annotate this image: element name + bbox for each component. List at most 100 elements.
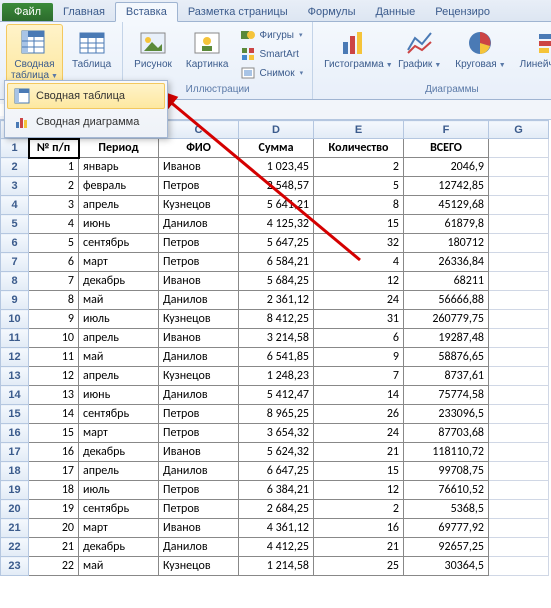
cell[interactable]: 11 bbox=[29, 348, 79, 367]
cell[interactable]: 56666,88 bbox=[404, 291, 489, 310]
cell[interactable]: 233096,5 bbox=[404, 405, 489, 424]
cell[interactable] bbox=[489, 538, 549, 557]
cell[interactable]: Петров bbox=[159, 234, 239, 253]
clipart-button[interactable]: Картинка bbox=[181, 24, 234, 84]
cell[interactable]: ВСЕГО bbox=[404, 139, 489, 158]
cell[interactable]: 2 bbox=[29, 177, 79, 196]
cell[interactable]: 5 624,32 bbox=[239, 443, 314, 462]
cell[interactable]: Иванов bbox=[159, 158, 239, 177]
cell[interactable] bbox=[489, 386, 549, 405]
cell[interactable]: 2 361,12 bbox=[239, 291, 314, 310]
tab-pagelayout[interactable]: Разметка страницы bbox=[178, 3, 298, 21]
row-header[interactable]: 6 bbox=[1, 234, 29, 253]
cell[interactable]: 1 023,45 bbox=[239, 158, 314, 177]
cell[interactable]: июль bbox=[79, 310, 159, 329]
cell[interactable]: Данилов bbox=[159, 291, 239, 310]
cell[interactable]: 3 654,32 bbox=[239, 424, 314, 443]
row-header[interactable]: 14 bbox=[1, 386, 29, 405]
cell[interactable]: 1 248,23 bbox=[239, 367, 314, 386]
cell[interactable]: апрель bbox=[79, 462, 159, 481]
cell[interactable]: 5 bbox=[314, 177, 404, 196]
cell[interactable]: 19287,48 bbox=[404, 329, 489, 348]
cell[interactable]: 26 bbox=[314, 405, 404, 424]
cell[interactable]: 10 bbox=[29, 329, 79, 348]
cell[interactable]: Иванов bbox=[159, 519, 239, 538]
smartart-button[interactable]: SmartArt bbox=[237, 45, 306, 63]
column-header[interactable]: D bbox=[239, 121, 314, 139]
tab-home[interactable]: Главная bbox=[53, 3, 115, 21]
tab-insert[interactable]: Вставка bbox=[115, 2, 178, 22]
cell[interactable]: 260779,75 bbox=[404, 310, 489, 329]
cell[interactable]: 6 384,21 bbox=[239, 481, 314, 500]
cell[interactable]: 12 bbox=[314, 481, 404, 500]
cell[interactable]: 99708,75 bbox=[404, 462, 489, 481]
cell[interactable]: 5 641,21 bbox=[239, 196, 314, 215]
cell[interactable]: 118110,72 bbox=[404, 443, 489, 462]
cell[interactable]: Петров bbox=[159, 177, 239, 196]
menu-item-pivot-table[interactable]: Сводная таблица bbox=[7, 83, 165, 109]
cell[interactable] bbox=[489, 196, 549, 215]
cell[interactable]: май bbox=[79, 557, 159, 576]
cell[interactable] bbox=[489, 481, 549, 500]
cell[interactable]: Иванов bbox=[159, 272, 239, 291]
cell[interactable]: 2 548,57 bbox=[239, 177, 314, 196]
cell[interactable]: сентябрь bbox=[79, 405, 159, 424]
cell[interactable]: апрель bbox=[79, 329, 159, 348]
histogram-button[interactable]: Гистограмма▼ bbox=[319, 24, 389, 84]
cell[interactable]: 12 bbox=[29, 367, 79, 386]
cell[interactable] bbox=[489, 253, 549, 272]
column-header[interactable]: G bbox=[489, 121, 549, 139]
cell[interactable]: 69777,92 bbox=[404, 519, 489, 538]
cell[interactable] bbox=[489, 367, 549, 386]
cell[interactable] bbox=[489, 272, 549, 291]
row-header[interactable]: 23 bbox=[1, 557, 29, 576]
cell[interactable]: Кузнецов bbox=[159, 196, 239, 215]
cell[interactable] bbox=[489, 177, 549, 196]
formula-input[interactable] bbox=[117, 103, 545, 117]
bar-chart-button[interactable]: Линейчатая▼ bbox=[515, 24, 551, 84]
row-header[interactable]: 4 bbox=[1, 196, 29, 215]
cell[interactable]: 13 bbox=[29, 386, 79, 405]
cell[interactable]: сентябрь bbox=[79, 234, 159, 253]
tab-data[interactable]: Данные bbox=[365, 3, 425, 21]
cell[interactable]: 87703,68 bbox=[404, 424, 489, 443]
cell[interactable]: март bbox=[79, 424, 159, 443]
cell[interactable]: Данилов bbox=[159, 538, 239, 557]
cell[interactable]: Петров bbox=[159, 481, 239, 500]
cell[interactable]: апрель bbox=[79, 367, 159, 386]
cell[interactable]: 21 bbox=[314, 443, 404, 462]
row-header[interactable]: 11 bbox=[1, 329, 29, 348]
cell[interactable]: Иванов bbox=[159, 329, 239, 348]
cell[interactable] bbox=[489, 329, 549, 348]
cell[interactable]: 17 bbox=[29, 462, 79, 481]
cell[interactable]: 14 bbox=[314, 386, 404, 405]
cell[interactable]: 31 bbox=[314, 310, 404, 329]
cell[interactable]: 21 bbox=[314, 538, 404, 557]
cell[interactable]: 6 584,21 bbox=[239, 253, 314, 272]
cell[interactable]: 4 361,12 bbox=[239, 519, 314, 538]
cell[interactable]: 15 bbox=[29, 424, 79, 443]
cell[interactable]: март bbox=[79, 519, 159, 538]
row-header[interactable]: 20 bbox=[1, 500, 29, 519]
row-header[interactable]: 13 bbox=[1, 367, 29, 386]
cell[interactable]: 5 412,47 bbox=[239, 386, 314, 405]
cell[interactable]: 2 bbox=[314, 500, 404, 519]
row-header[interactable]: 9 bbox=[1, 291, 29, 310]
cell[interactable]: 15 bbox=[314, 215, 404, 234]
cell[interactable]: 3 214,58 bbox=[239, 329, 314, 348]
cell[interactable] bbox=[489, 291, 549, 310]
pie-chart-button[interactable]: Круговая▼ bbox=[450, 24, 510, 84]
cell[interactable]: июнь bbox=[79, 215, 159, 234]
tab-formulas[interactable]: Формулы bbox=[298, 3, 366, 21]
cell[interactable]: 1 214,58 bbox=[239, 557, 314, 576]
pivot-table-button[interactable]: Сводная таблица▼ bbox=[6, 24, 63, 84]
cell[interactable]: 6 bbox=[314, 329, 404, 348]
cell[interactable]: Петров bbox=[159, 405, 239, 424]
cell[interactable]: сентябрь bbox=[79, 500, 159, 519]
cell[interactable]: 7 bbox=[29, 272, 79, 291]
cell[interactable]: 8 412,25 bbox=[239, 310, 314, 329]
cell[interactable] bbox=[489, 500, 549, 519]
cell[interactable]: Данилов bbox=[159, 462, 239, 481]
cell[interactable]: Иванов bbox=[159, 443, 239, 462]
screenshot-button[interactable]: Снимок▾ bbox=[237, 64, 306, 82]
